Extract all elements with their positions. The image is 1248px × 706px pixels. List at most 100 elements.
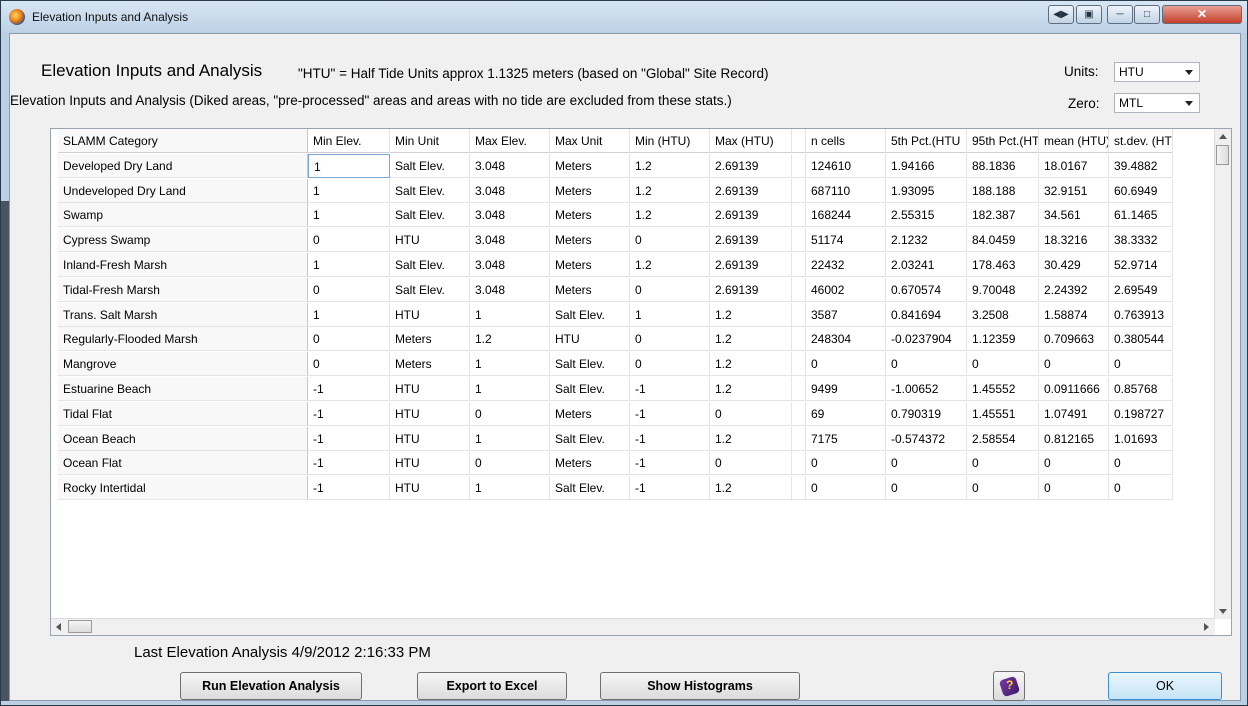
run-elevation-analysis-button[interactable]: Run Elevation Analysis	[180, 672, 362, 700]
value-cell[interactable]: 3.048	[470, 178, 550, 203]
elevation-table[interactable]: SLAMM Category Min Elev. Min Unit Max Elev.…	[50, 128, 1232, 636]
value-cell[interactable]: 1	[470, 426, 550, 451]
help-button[interactable]: ?	[993, 671, 1025, 701]
value-cell[interactable]: Meters	[550, 153, 630, 178]
value-cell[interactable]: Salt Elev.	[550, 476, 630, 501]
zero-select[interactable]: MTL	[1114, 93, 1200, 113]
value-cell[interactable]: Salt Elev.	[390, 253, 470, 277]
value-cell[interactable]: 0	[308, 228, 390, 253]
value-cell[interactable]: 1.2	[470, 327, 550, 352]
value-cell[interactable]: HTU	[390, 451, 470, 476]
vertical-scroll-thumb[interactable]	[1216, 145, 1229, 165]
column-header[interactable]: Min (HTU)	[630, 129, 710, 153]
value-cell[interactable]: 1	[308, 153, 390, 178]
close-button[interactable]: ✕	[1162, 5, 1242, 24]
table-row[interactable]: Mangrove 0 Meters 1 Salt Elev. 0 1.2 0 0 0 0 0	[58, 352, 1218, 377]
value-cell[interactable]: Meters	[550, 277, 630, 302]
column-header[interactable]: mean (HTU)	[1039, 129, 1109, 153]
scroll-down-icon[interactable]	[1219, 609, 1227, 614]
value-cell[interactable]: Salt Elev.	[390, 178, 470, 203]
show-histograms-button[interactable]: Show Histograms	[600, 672, 800, 700]
restore-frame-icon[interactable]: ▣	[1076, 5, 1102, 24]
value-cell[interactable]: 1	[308, 178, 390, 203]
value-cell[interactable]: 3.048	[470, 228, 550, 253]
horizontal-scroll-thumb[interactable]	[68, 620, 92, 633]
table-row[interactable]: Estuarine Beach -1 HTU 1 Salt Elev. -1 1.2 9499…	[58, 377, 1218, 402]
ok-button[interactable]: OK	[1108, 672, 1222, 700]
value-cell[interactable]: Meters	[550, 178, 630, 203]
column-header[interactable]: Min Elev.	[308, 129, 390, 153]
value-cell[interactable]: HTU	[390, 426, 470, 451]
table-row[interactable]: Tidal Flat -1 HTU 0 Meters -1 0 69 0.790319 1.455…	[58, 401, 1218, 427]
value-cell[interactable]: 1	[308, 302, 390, 327]
column-header[interactable]: Max Unit	[550, 129, 630, 153]
table-row[interactable]: Undeveloped Dry Land 1 Salt Elev. 3.048 Mete…	[58, 178, 1218, 204]
value-cell[interactable]: Meters	[390, 327, 470, 352]
value-cell[interactable]: 3.048	[470, 277, 550, 302]
minimize-button[interactable]: ─	[1107, 5, 1133, 24]
value-cell[interactable]: HTU	[390, 302, 470, 327]
value-cell[interactable]: 3.048	[470, 153, 550, 178]
column-header[interactable]: st.dev. (HTU	[1109, 129, 1173, 153]
value-cell[interactable]: Salt Elev.	[550, 377, 630, 401]
scroll-right-icon[interactable]	[1204, 623, 1209, 631]
value-cell[interactable]: Meters	[550, 253, 630, 277]
vertical-scrollbar[interactable]	[1214, 129, 1231, 619]
value-cell[interactable]: HTU	[390, 476, 470, 501]
value-cell[interactable]: Salt Elev.	[550, 352, 630, 377]
table-row[interactable]: Regularly-Flooded Marsh 0 Meters 1.2 HTU 0 1.2…	[58, 327, 1218, 352]
value-cell[interactable]: Salt Elev.	[550, 302, 630, 327]
table-row[interactable]: Rocky Intertidal -1 HTU 1 Salt Elev. -1 1.2 0 0 0…	[58, 476, 1218, 501]
value-cell[interactable]: -1	[308, 377, 390, 401]
value-cell[interactable]: Meters	[550, 401, 630, 426]
value-cell[interactable]: 1	[470, 476, 550, 501]
value-cell[interactable]: HTU	[390, 228, 470, 253]
column-header[interactable]: 95th Pct.(HT	[967, 129, 1039, 153]
value-cell[interactable]: 3.048	[470, 253, 550, 277]
column-header[interactable]: n cells	[806, 129, 886, 153]
value-cell[interactable]: 1	[308, 253, 390, 277]
value-cell[interactable]: Meters	[550, 228, 630, 253]
value-cell[interactable]: -1	[308, 451, 390, 476]
value-cell[interactable]: 1	[470, 352, 550, 377]
value-cell[interactable]: Salt Elev.	[550, 426, 630, 451]
value-cell[interactable]: HTU	[390, 377, 470, 401]
value-cell[interactable]: -1	[308, 426, 390, 451]
column-header[interactable]: Max Elev.	[470, 129, 550, 153]
nav-arrows-icon[interactable]: ◀▶	[1048, 5, 1074, 24]
value-cell[interactable]: 0	[308, 327, 390, 352]
units-select[interactable]: HTU	[1114, 62, 1200, 82]
value-cell[interactable]: 1	[308, 203, 390, 228]
value-cell[interactable]: 0	[470, 451, 550, 476]
value-cell[interactable]: 0	[308, 352, 390, 377]
value-cell[interactable]: Meters	[550, 203, 630, 228]
value-cell[interactable]: 3.048	[470, 203, 550, 228]
column-header[interactable]: SLAMM Category	[58, 129, 308, 153]
column-header[interactable]: Min Unit	[390, 129, 470, 153]
table-row[interactable]: Developed Dry Land 1 Salt Elev. 3.048 Meters…	[58, 153, 1218, 179]
value-cell[interactable]: 0	[470, 401, 550, 426]
value-cell[interactable]: -1	[308, 401, 390, 426]
table-row[interactable]: Ocean Beach -1 HTU 1 Salt Elev. -1 1.2 7175 -0.5…	[58, 426, 1218, 452]
export-to-excel-button[interactable]: Export to Excel	[417, 672, 567, 700]
value-cell[interactable]: -1	[308, 476, 390, 501]
value-cell[interactable]: HTU	[550, 327, 630, 352]
table-row[interactable]: Inland-Fresh Marsh 1 Salt Elev. 3.048 Meters…	[58, 253, 1218, 278]
column-header[interactable]	[792, 129, 806, 153]
value-cell[interactable]: Salt Elev.	[390, 277, 470, 302]
value-cell[interactable]: 0	[308, 277, 390, 302]
value-cell[interactable]: HTU	[390, 401, 470, 426]
table-row[interactable]: Tidal-Fresh Marsh 0 Salt Elev. 3.048 Meters 0…	[58, 277, 1218, 303]
table-row[interactable]: Cypress Swamp 0 HTU 3.048 Meters 0 2.69139 5117…	[58, 228, 1218, 253]
value-cell[interactable]: Meters	[550, 451, 630, 476]
table-row[interactable]: Trans. Salt Marsh 1 HTU 1 Salt Elev. 1 1.2 3587…	[58, 302, 1218, 328]
horizontal-scrollbar[interactable]	[51, 618, 1215, 635]
column-header[interactable]: 5th Pct.(HTU	[886, 129, 967, 153]
value-cell[interactable]: Salt Elev.	[390, 203, 470, 228]
column-header[interactable]: Max (HTU)	[710, 129, 792, 153]
value-cell[interactable]: Salt Elev.	[390, 153, 470, 178]
table-row[interactable]: Swamp 1 Salt Elev. 3.048 Meters 1.2 2.69139 168…	[58, 203, 1218, 228]
value-cell[interactable]: 1	[470, 377, 550, 401]
scroll-up-icon[interactable]	[1219, 134, 1227, 139]
table-row[interactable]: Ocean Flat -1 HTU 0 Meters -1 0 0 0 0 0 0	[58, 451, 1218, 476]
